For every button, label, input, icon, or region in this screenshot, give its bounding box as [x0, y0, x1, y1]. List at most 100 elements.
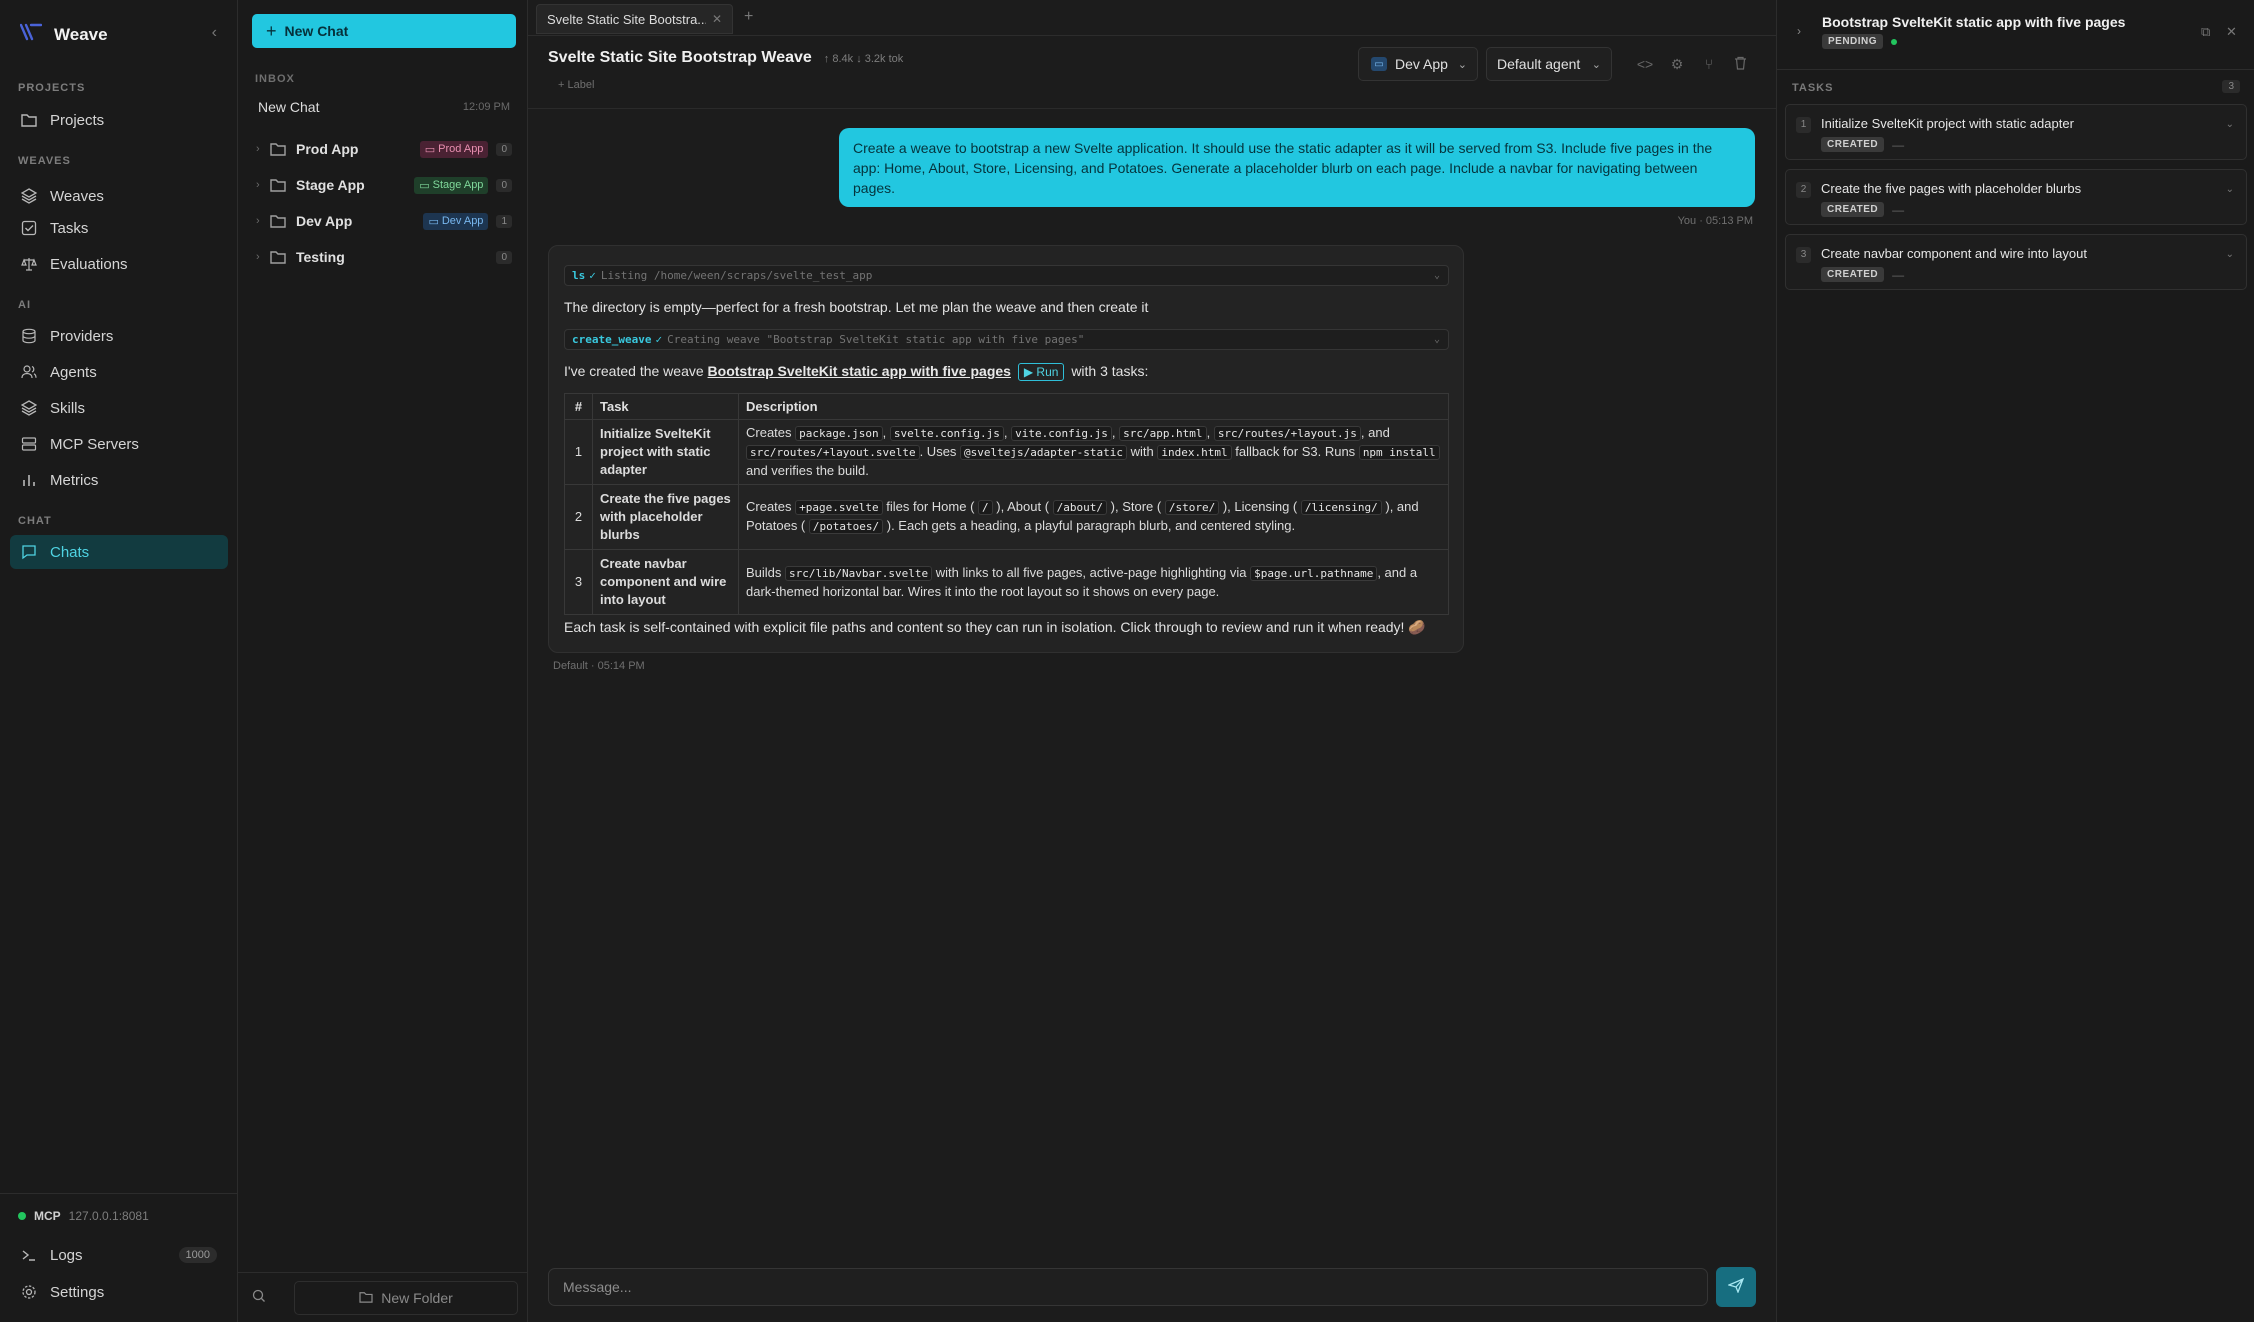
- chevron-right-icon[interactable]: ›: [256, 143, 270, 155]
- user-message-meta: You · 05:13 PM: [1677, 215, 1753, 227]
- chevron-down-icon[interactable]: ⌄: [2226, 184, 2234, 195]
- task-name: Initialize SvelteKit project with static…: [592, 419, 739, 485]
- tab-chat[interactable]: Svelte Static Site Bootstra... ✕: [536, 4, 733, 34]
- close-icon[interactable]: ✕: [2226, 24, 2237, 40]
- new-chat-button[interactable]: + New Chat: [252, 14, 516, 48]
- sidebar-item-skills[interactable]: Skills: [10, 391, 228, 425]
- send-button[interactable]: [1716, 1267, 1756, 1307]
- collapse-sidebar-icon[interactable]: ‹: [212, 24, 217, 42]
- code-icon[interactable]: <>: [1636, 56, 1654, 72]
- chevron-down-icon[interactable]: ⌄: [2226, 119, 2234, 130]
- folder-stage-app[interactable]: › Stage App ▭ Stage App 0: [256, 172, 512, 198]
- folder-icon: [20, 111, 38, 129]
- column-header: Description: [738, 393, 1449, 420]
- desc-text: ,: [882, 425, 887, 440]
- folder-dev-app[interactable]: › Dev App ▭ Dev App 1: [256, 208, 512, 234]
- folder-testing[interactable]: › Testing 0: [256, 244, 512, 270]
- sidebar-item-chats[interactable]: Chats: [10, 535, 228, 569]
- folder-name: Testing: [296, 249, 345, 265]
- tool-call-create-weave[interactable]: create_weave ✓ Creating weave "Bootstrap…: [564, 329, 1449, 350]
- close-icon[interactable]: ✕: [712, 12, 722, 26]
- chevron-down-icon[interactable]: ⌄: [2226, 249, 2234, 260]
- task-name: Create navbar component and wire into la…: [592, 549, 739, 615]
- sidebar-item-tasks[interactable]: Tasks: [10, 211, 228, 245]
- folder-name: Dev App: [296, 213, 353, 229]
- message-input[interactable]: [549, 1269, 1707, 1305]
- trash-icon[interactable]: [1731, 56, 1749, 73]
- chevron-right-icon[interactable]: ›: [256, 215, 270, 227]
- project-select[interactable]: ▭ Dev App ⌄: [1358, 47, 1478, 81]
- inbox-label: INBOX: [255, 73, 295, 85]
- gear-icon[interactable]: ⚙: [1668, 56, 1686, 73]
- sidebar-item-mcp-servers[interactable]: MCP Servers: [10, 427, 228, 461]
- status-badge: PENDING: [1822, 34, 1884, 49]
- table-header-row: # Task Description: [564, 393, 1449, 420]
- desc-text: with links to all five pages, active-pag…: [935, 564, 1247, 580]
- tool-description: Listing /home/ween/scraps/svelte_test_ap…: [600, 269, 873, 282]
- logs-count-badge: 1000: [178, 1247, 217, 1263]
- server-icon: [20, 435, 38, 453]
- desc-text: Creates: [746, 425, 792, 440]
- assistant-message-meta: Default · 05:14 PM: [553, 660, 645, 672]
- sidebar-item-label: Settings: [50, 1283, 105, 1301]
- sidebar-item-agents[interactable]: Agents: [10, 355, 228, 389]
- new-folder-button[interactable]: New Folder: [294, 1281, 518, 1315]
- brand[interactable]: Weave: [19, 22, 108, 48]
- tool-call-ls[interactable]: ls ✓ Listing /home/ween/scraps/svelte_te…: [564, 265, 1449, 286]
- weave-link[interactable]: Bootstrap SvelteKit static app with five…: [708, 363, 1011, 379]
- inbox-chat-item[interactable]: New Chat 12:09 PM: [258, 99, 510, 115]
- message-composer: [548, 1268, 1708, 1306]
- task-card[interactable]: 1 Initialize SvelteKit project with stat…: [1785, 104, 2247, 160]
- sidebar-item-label: Weaves: [50, 187, 104, 205]
- sidebar-item-evaluations[interactable]: Evaluations: [10, 247, 228, 281]
- send-icon: [1727, 1277, 1745, 1297]
- plus-icon: +: [266, 20, 277, 41]
- code-span: $page.url.pathname: [1250, 565, 1378, 581]
- sidebar-item-providers[interactable]: Providers: [10, 319, 228, 353]
- chevron-right-icon[interactable]: ›: [1797, 24, 1801, 38]
- branch-icon[interactable]: ⑂: [1700, 56, 1718, 72]
- section-chat-label: CHAT: [18, 515, 52, 527]
- status-dot-icon: [1891, 38, 1898, 45]
- search-icon[interactable]: [252, 1289, 266, 1307]
- token-count: ↑ 8.4k ↓ 3.2k tok: [823, 53, 904, 65]
- sidebar-item-metrics[interactable]: Metrics: [10, 463, 228, 497]
- user-message: Create a weave to bootstrap a new Svelte…: [839, 128, 1755, 207]
- weave-panel-header: › Bootstrap SvelteKit static app with fi…: [1777, 0, 2254, 70]
- created-suffix: with 3 tasks:: [1071, 363, 1149, 379]
- desc-text: and verifies the build.: [746, 463, 869, 478]
- users-icon: [20, 363, 38, 381]
- scale-icon: [20, 255, 38, 273]
- weave-created-line: I've created the weave Bootstrap SvelteK…: [564, 363, 1148, 381]
- chevron-right-icon[interactable]: ›: [256, 179, 270, 191]
- sidebar-item-weaves[interactable]: Weaves: [10, 179, 228, 213]
- task-card[interactable]: 2 Create the five pages with placeholder…: [1785, 169, 2247, 225]
- table-row: 2 Create the five pages with placeholder…: [564, 484, 1449, 550]
- sidebar-item-label: Projects: [50, 111, 105, 129]
- gear-icon: [20, 1283, 38, 1301]
- desc-text: files for Home (: [886, 499, 975, 514]
- desc-text: fallback for S3. Runs: [1235, 444, 1356, 459]
- chat-header: Svelte Static Site Bootstrap Weave ↑ 8.4…: [548, 49, 903, 67]
- checkbox-icon: [20, 219, 38, 237]
- add-tab-icon[interactable]: +: [744, 8, 753, 26]
- run-weave-button[interactable]: ▶ Run: [1017, 363, 1065, 381]
- task-card[interactable]: 3 Create navbar component and wire into …: [1785, 234, 2247, 290]
- layers-icon: [20, 187, 38, 205]
- tab-title: Svelte Static Site Bootstra...: [547, 11, 706, 27]
- folder-prod-app[interactable]: › Prod App ▭ Prod App 0: [256, 136, 512, 162]
- agent-select[interactable]: Default agent ⌄: [1486, 47, 1612, 81]
- external-link-icon[interactable]: ⧉: [2201, 24, 2210, 40]
- sidebar-item-settings[interactable]: Settings: [10, 1275, 228, 1309]
- chevron-right-icon[interactable]: ›: [256, 251, 270, 263]
- folder-icon: ▭: [419, 179, 430, 192]
- add-label-button[interactable]: + Label: [558, 79, 594, 91]
- status-badge: CREATED: [1821, 202, 1885, 217]
- code-span: src/app.html: [1119, 426, 1207, 441]
- code-span: /: [978, 500, 993, 515]
- mcp-address: 127.0.0.1:8081: [68, 1209, 149, 1223]
- project-tag: ▭ Dev App: [423, 212, 489, 230]
- sidebar-item-projects[interactable]: Projects: [10, 103, 228, 137]
- desc-text: ), Store (: [1110, 499, 1162, 514]
- created-prefix: I've created the weave: [564, 363, 704, 379]
